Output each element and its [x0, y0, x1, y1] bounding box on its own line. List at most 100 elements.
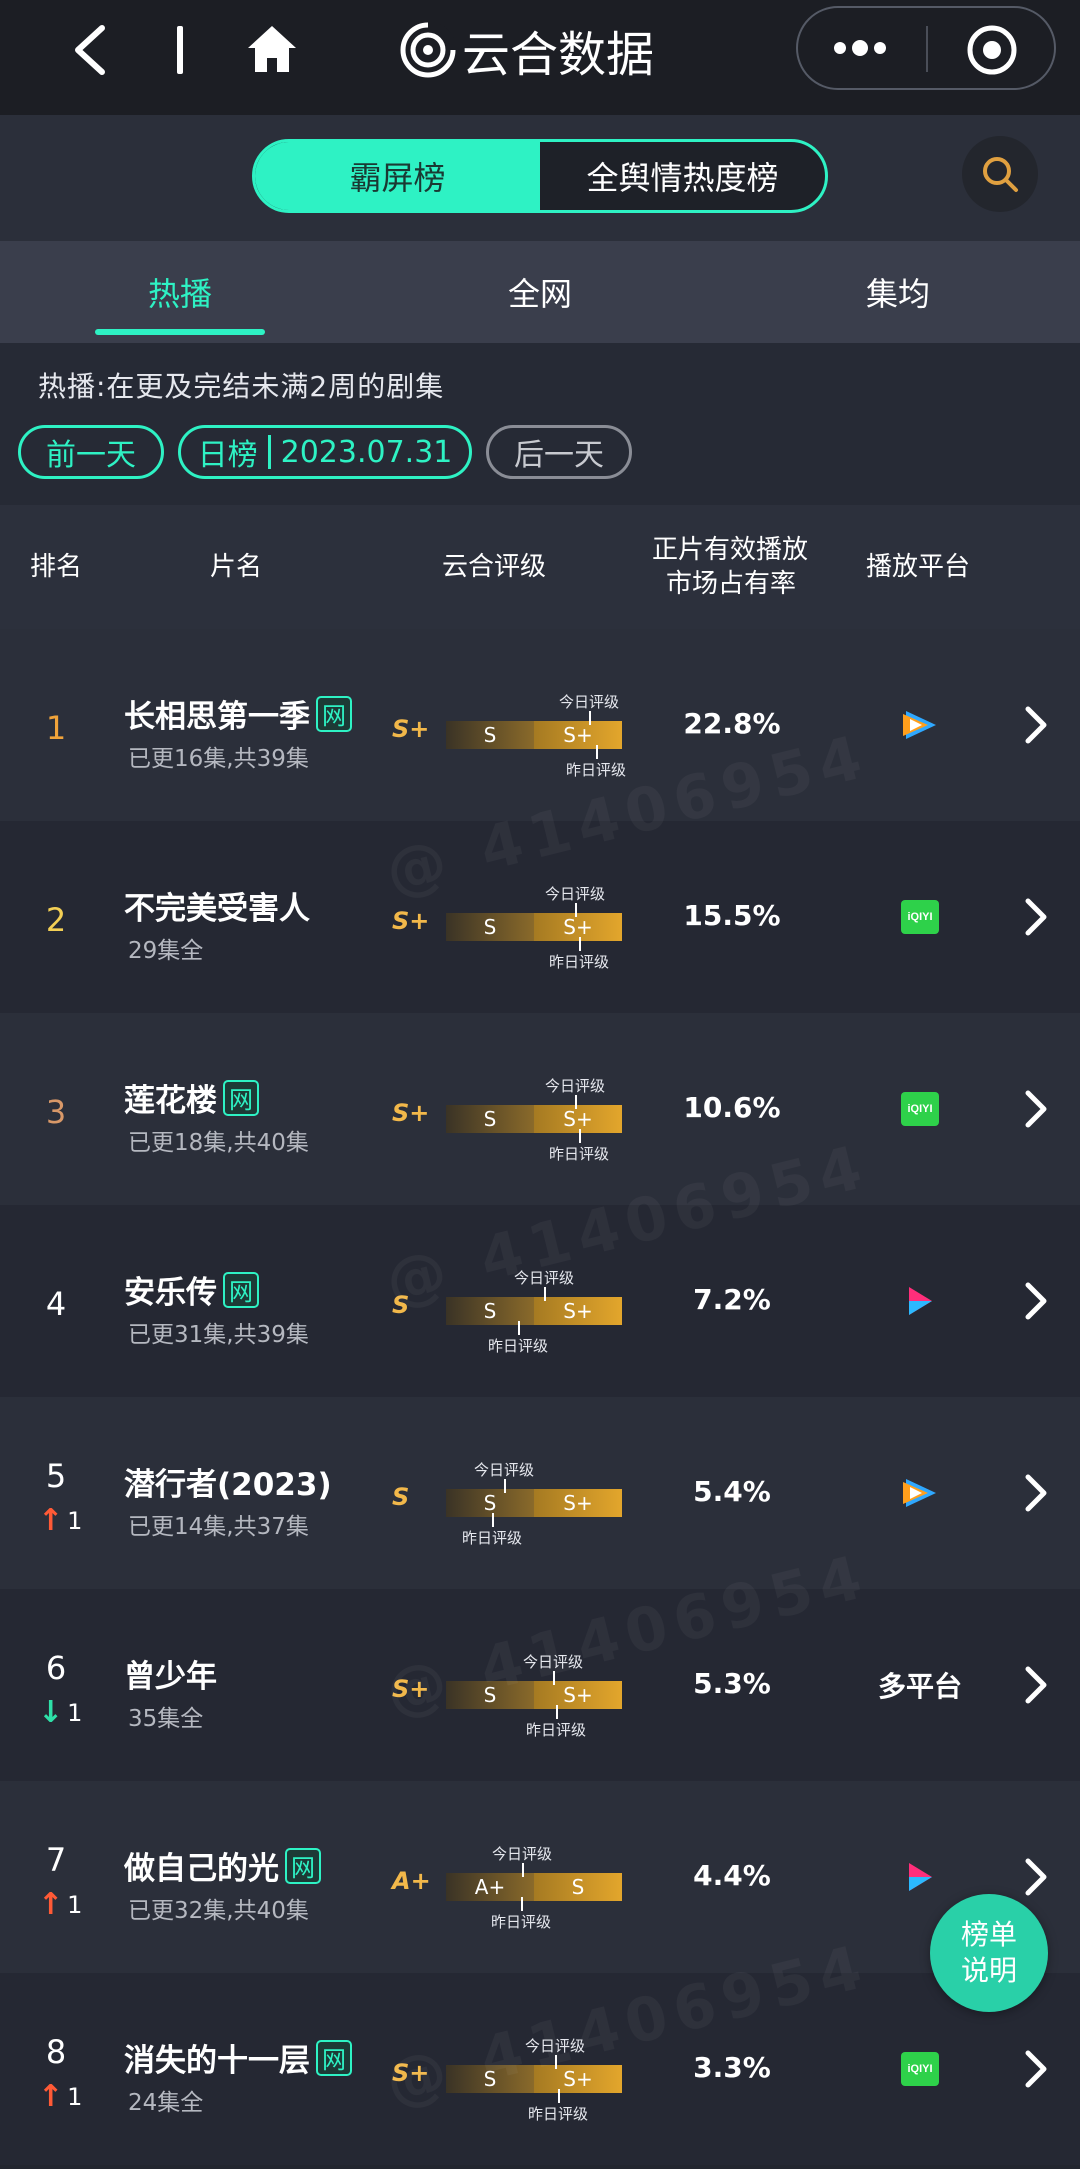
date-value: 2023.07.31	[280, 434, 453, 470]
float-button-line1: 榜单	[960, 1918, 1017, 1951]
grade-bar-left: S	[446, 2065, 534, 2093]
trend-number: 1	[67, 1506, 83, 1535]
drama-title[interactable]: 莲花楼	[124, 1075, 217, 1120]
title-line: 消失的十一层网	[124, 2035, 352, 2080]
rank-trend: ↑ 1	[38, 1503, 82, 1538]
title-line: 不完美受害人	[124, 883, 310, 928]
tab-hot[interactable]: 热播	[148, 269, 212, 315]
grade-bar-left: S	[446, 1297, 534, 1325]
platform-cell: iQIYI	[860, 1083, 980, 1135]
home-icon[interactable]	[246, 24, 298, 74]
more-icon[interactable]	[830, 28, 890, 68]
network-drama-badge: 网	[285, 1847, 321, 1884]
grade-bar: A+ S	[446, 1873, 622, 1901]
episode-status: 已更18集,共40集	[128, 1130, 309, 1156]
rank-number: 1	[45, 709, 67, 747]
today-grade-label: 今日评级	[514, 1269, 575, 1287]
back-icon[interactable]	[70, 22, 110, 78]
platform-cell	[860, 1467, 980, 1519]
table-row[interactable]: 8 ↑ 1 消失的十一层网 24集全 S+ S S+ 今日评级 昨日评级 3.3% iQIYI	[0, 1973, 1080, 2165]
episode-status: 24集全	[128, 2090, 204, 2116]
rank-trend: ↑ 1	[38, 1887, 82, 1922]
table-row[interactable]: 2 不完美受害人 29集全 S+ S S+ 今日评级 昨日评级 15.5% iQIYI	[0, 821, 1080, 1013]
drama-title[interactable]: 长相思第一季	[124, 691, 310, 736]
platform-cell: 多平台	[860, 1659, 980, 1711]
episode-status: 已更14集,共37集	[128, 1514, 309, 1540]
board-switch: 霸屏榜 全舆情热度榜	[252, 139, 828, 213]
market-share: 15.5%	[683, 899, 781, 932]
drama-title[interactable]: 曾少年	[124, 1651, 217, 1696]
chevron-right-icon[interactable]	[1024, 1665, 1048, 1705]
today-grade-marker	[544, 1287, 546, 1301]
title-line: 长相思第一季网	[124, 691, 352, 736]
network-drama-badge: 网	[316, 2039, 352, 2076]
chevron-right-icon[interactable]	[1024, 705, 1048, 745]
header-share-line2: 市场占有率	[666, 569, 797, 599]
yunhe-grade: A+	[392, 1867, 431, 1895]
episode-status: 35集全	[128, 1706, 204, 1732]
drama-title[interactable]: 做自己的光	[124, 1843, 279, 1888]
next-day-button[interactable]: 后一天	[486, 425, 632, 479]
close-target-icon[interactable]	[966, 24, 1018, 76]
chevron-right-icon[interactable]	[1024, 2049, 1048, 2089]
table-header: 排名 片名 云合评级 正片有效播放 市场占有率 播放平台	[0, 505, 1080, 629]
table-row[interactable]: 4 安乐传网已更31集,共39集 S S S+ 今日评级 昨日评级 7.2%	[0, 1205, 1080, 1397]
tab-per-episode[interactable]: 集均	[866, 269, 930, 315]
table-row[interactable]: 7 ↑ 1 做自己的光网已更32集,共40集 A+ A+ S 今日评级 昨日评级 4.4%	[0, 1781, 1080, 1973]
today-grade-marker	[575, 903, 577, 917]
grade-bar-right: S	[534, 1873, 622, 1901]
yesterday-grade-marker	[521, 1897, 523, 1911]
title-line: 曾少年	[124, 1651, 217, 1696]
tencent-video-icon	[903, 711, 936, 739]
drama-title[interactable]: 消失的十一层	[124, 2035, 310, 2080]
episode-status: 已更16集,共39集	[128, 746, 309, 772]
chevron-right-icon[interactable]	[1024, 1281, 1048, 1321]
chevron-right-icon[interactable]	[1024, 897, 1048, 937]
rank-number: 3	[45, 1093, 67, 1131]
platform-cell	[860, 1851, 980, 1903]
grade-bar-left: S	[446, 1681, 534, 1709]
search-button[interactable]	[962, 136, 1038, 212]
yunhe-grade: S+	[392, 1675, 430, 1703]
active-tab-indicator	[95, 329, 265, 335]
tab-all-network[interactable]: 全网	[508, 269, 572, 315]
tab-dominance-board[interactable]: 霸屏榜	[255, 142, 540, 210]
info-description: 热播:在更及完结未满2周的剧集	[38, 370, 445, 403]
tab-public-opinion-board[interactable]: 全舆情热度榜	[540, 142, 825, 210]
board-switch-row: 霸屏榜 全舆情热度榜	[0, 115, 1080, 241]
market-share: 7.2%	[693, 1283, 771, 1316]
today-grade-marker	[504, 1479, 506, 1493]
rank-number: 5	[45, 1457, 67, 1495]
prev-day-button[interactable]: 前一天	[18, 425, 164, 479]
table-row[interactable]: 6 ↓ 1 曾少年 35集全 S+ S S+ 今日评级 昨日评级 5.3% 多平台	[0, 1589, 1080, 1781]
table-row[interactable]: 1 长相思第一季网已更16集,共39集 S+ S S+ 今日评级 昨日评级 22.8%	[0, 629, 1080, 821]
drama-title[interactable]: 安乐传	[124, 1267, 217, 1312]
yunhe-grade: S	[392, 1291, 410, 1319]
date-type: 日榜	[197, 438, 258, 473]
board-explanation-button[interactable]: 榜单 说明	[930, 1894, 1048, 2012]
yesterday-grade-marker	[492, 1513, 494, 1527]
grade-bar: S S+	[446, 2065, 622, 2093]
grade-bar-right: S+	[534, 913, 622, 941]
table-row[interactable]: 3 莲花楼网已更18集,共40集 S+ S S+ 今日评级 昨日评级 10.6% iQIYI	[0, 1013, 1080, 1205]
chevron-right-icon[interactable]	[1024, 1089, 1048, 1129]
tencent-video-icon	[903, 1479, 936, 1507]
platform-cell: iQIYI	[860, 2043, 980, 2095]
drama-title[interactable]: 潜行者(2023)	[124, 1459, 332, 1504]
today-grade-marker	[553, 1671, 555, 1685]
grade-bar: S S+	[446, 1489, 622, 1517]
today-grade-label: 今日评级	[492, 1845, 553, 1863]
chevron-right-icon[interactable]	[1024, 1857, 1048, 1897]
date-selector[interactable]: 日榜 2023.07.31	[178, 425, 472, 479]
chevron-right-icon[interactable]	[1024, 1473, 1048, 1513]
today-grade-label: 今日评级	[474, 1461, 535, 1479]
drama-title[interactable]: 不完美受害人	[124, 883, 310, 928]
today-grade-marker	[555, 2055, 557, 2069]
yunhe-grade: S+	[392, 715, 430, 743]
today-grade-marker	[589, 711, 591, 725]
network-drama-badge: 网	[223, 1079, 259, 1116]
trend-number: 1	[67, 2082, 83, 2111]
app-logo-icon	[400, 22, 456, 78]
table-row[interactable]: 5 ↑ 1 潜行者(2023) 已更14集,共37集 S S S+ 今日评级 昨日评级 5.4%	[0, 1397, 1080, 1589]
market-share: 22.8%	[683, 707, 781, 740]
